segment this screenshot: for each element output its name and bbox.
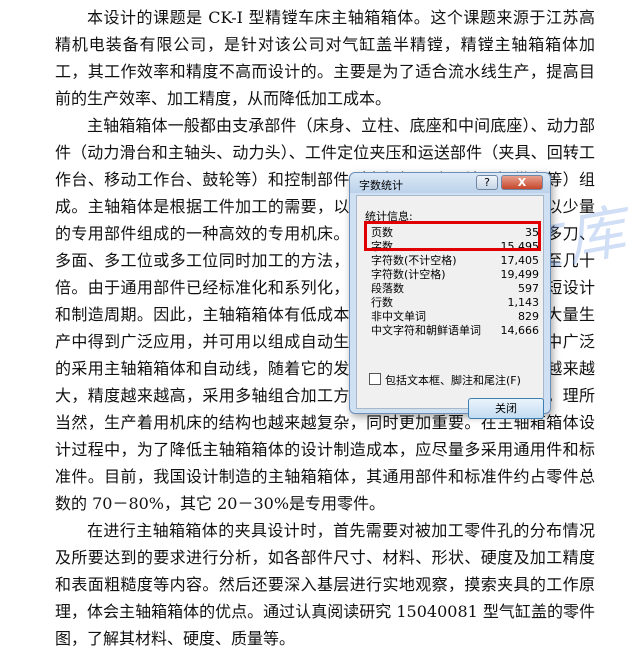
checkbox-label: 包括文本框、脚注和尾注(F) xyxy=(385,374,521,387)
include-textboxes-checkbox[interactable]: 包括文本框、脚注和尾注(F) xyxy=(369,372,521,388)
statistics-panel: 统计信息: 页数 35 字数 15,495 字符数(不计空格) 17,405 字符数(… xyxy=(356,195,544,419)
stat-row-cjk-chars: 中文字符和朝鲜语单词 14,666 xyxy=(371,324,543,338)
stat-label: 字符数(不计空格) xyxy=(371,254,457,267)
word-count-dialog: 字数统计 ? X 统计信息: 页数 35 字数 15,495 字符数(不计空格) 17… xyxy=(349,172,551,419)
stat-label: 中文字符和朝鲜语单词 xyxy=(371,324,481,337)
stat-label: 段落数 xyxy=(371,282,404,295)
paragraph-3: 在进行主轴箱箱体的夹具设计时，首先需要对被加工零件孔的分布情况及所要达到的要求进… xyxy=(55,521,595,648)
red-highlight-box xyxy=(364,221,541,251)
stat-row-non-chinese-words: 非中文单词 829 xyxy=(371,310,543,324)
stat-label: 行数 xyxy=(371,296,393,309)
stat-row-chars-no-spaces: 字符数(不计空格) 17,405 xyxy=(371,254,543,268)
stat-value: 14,666 xyxy=(500,324,540,337)
stat-value: 597 xyxy=(518,282,539,295)
stat-label: 字符数(计空格) xyxy=(371,268,446,281)
help-button[interactable]: ? xyxy=(476,175,498,190)
stat-value: 829 xyxy=(518,310,539,323)
stat-value: 1,143 xyxy=(507,296,540,309)
stat-row-chars-with-spaces: 字符数(计空格) 19,499 xyxy=(371,268,543,282)
checkbox-icon[interactable] xyxy=(369,373,381,385)
dialog-title: 字数统计 xyxy=(359,179,403,192)
stat-value: 19,499 xyxy=(500,268,540,281)
paragraph-1: 本设计的课题是 CK-I 型精镗车床主轴箱箱体。这个课题来源于江苏高精机电装备有… xyxy=(55,8,595,108)
stat-value: 17,405 xyxy=(500,254,540,267)
close-button[interactable]: 关闭 xyxy=(468,398,544,419)
stat-row-paragraphs: 段落数 597 xyxy=(371,282,543,296)
stat-label: 非中文单词 xyxy=(371,310,426,323)
dialog-titlebar[interactable]: 字数统计 ? X xyxy=(350,173,550,193)
close-window-button[interactable]: X xyxy=(501,175,543,190)
stat-row-lines: 行数 1,143 xyxy=(371,296,543,310)
